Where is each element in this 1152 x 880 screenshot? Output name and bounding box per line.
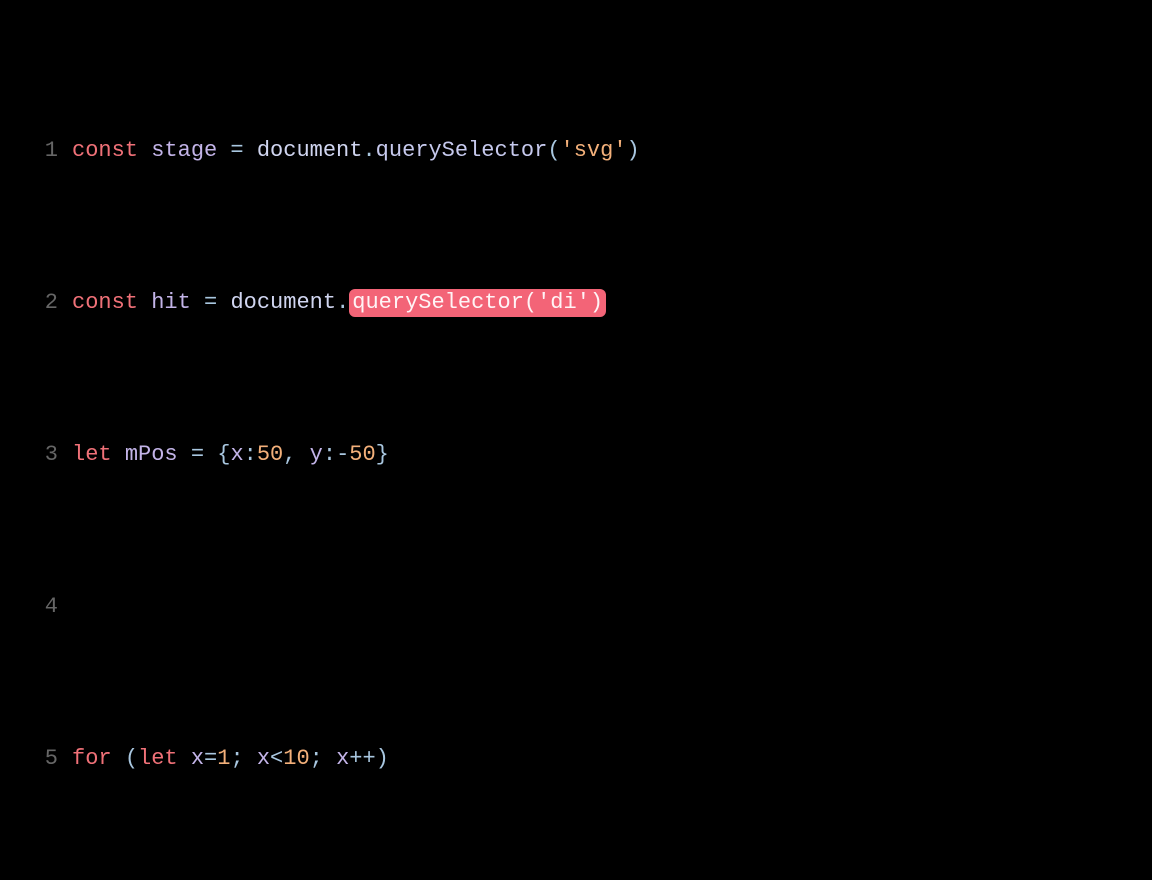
code-line-1[interactable]: 1 const stage = document.querySelector('… [0,132,1152,170]
identifier: document [230,290,336,315]
keyword-const: const [72,290,151,315]
punct: . [362,138,375,163]
punct: } [376,442,389,467]
string: 'svg' [561,138,627,163]
identifier: stage [151,138,217,163]
code-content[interactable]: let mPos = {x:50, y:-50} [72,436,1152,474]
highlighted-token: querySelector('di') [349,289,606,317]
line-number: 1 [0,132,72,170]
number: 1 [217,746,230,771]
line-number: 5 [0,740,72,778]
operator: ++ [349,746,375,771]
punct: : [323,442,336,467]
punct: ) [627,138,640,163]
identifier: x [230,442,243,467]
code-line-4[interactable]: 4 [0,588,1152,626]
method: querySelector [376,138,548,163]
punct: ( [125,746,138,771]
number: 10 [283,746,309,771]
operator: = [178,442,218,467]
code-content[interactable]: for (let x=1; x<10; x++) [72,740,1152,778]
identifier: hit [151,290,191,315]
operator: - [336,442,349,467]
keyword-let: let [138,746,191,771]
number: 50 [257,442,283,467]
punct: ( [524,290,537,315]
identifier: y [310,442,323,467]
code-content[interactable]: const hit = document.querySelector('di') [72,284,1152,322]
code-line-5[interactable]: 5 for (let x=1; x<10; x++) [0,740,1152,778]
punct: { [217,442,230,467]
punct: ) [376,746,389,771]
keyword-let: let [72,442,125,467]
punct: , [283,442,309,467]
identifier: x [336,746,349,771]
operator: = [217,138,257,163]
keyword-for: for [72,746,125,771]
punct: ( [547,138,560,163]
line-number: 4 [0,588,72,626]
punct: ; [310,746,336,771]
code-editor[interactable]: 1 const stage = document.querySelector('… [0,0,1152,880]
identifier: x [191,746,204,771]
line-number: 3 [0,436,72,474]
operator: = [204,746,217,771]
keyword-const: const [72,138,151,163]
punct: ) [590,290,603,315]
code-line-2[interactable]: 2 const hit = document.querySelector('di… [0,284,1152,322]
string: 'di' [537,290,590,315]
operator: = [191,290,231,315]
line-number: 2 [0,284,72,322]
code-line-3[interactable]: 3 let mPos = {x:50, y:-50} [0,436,1152,474]
punct: ; [230,746,256,771]
identifier: mPos [125,442,178,467]
punct: : [244,442,257,467]
code-content[interactable]: const stage = document.querySelector('sv… [72,132,1152,170]
identifier: document [257,138,363,163]
number: 50 [349,442,375,467]
operator: < [270,746,283,771]
punct: . [336,290,349,315]
method: querySelector [352,290,524,315]
identifier: x [257,746,270,771]
